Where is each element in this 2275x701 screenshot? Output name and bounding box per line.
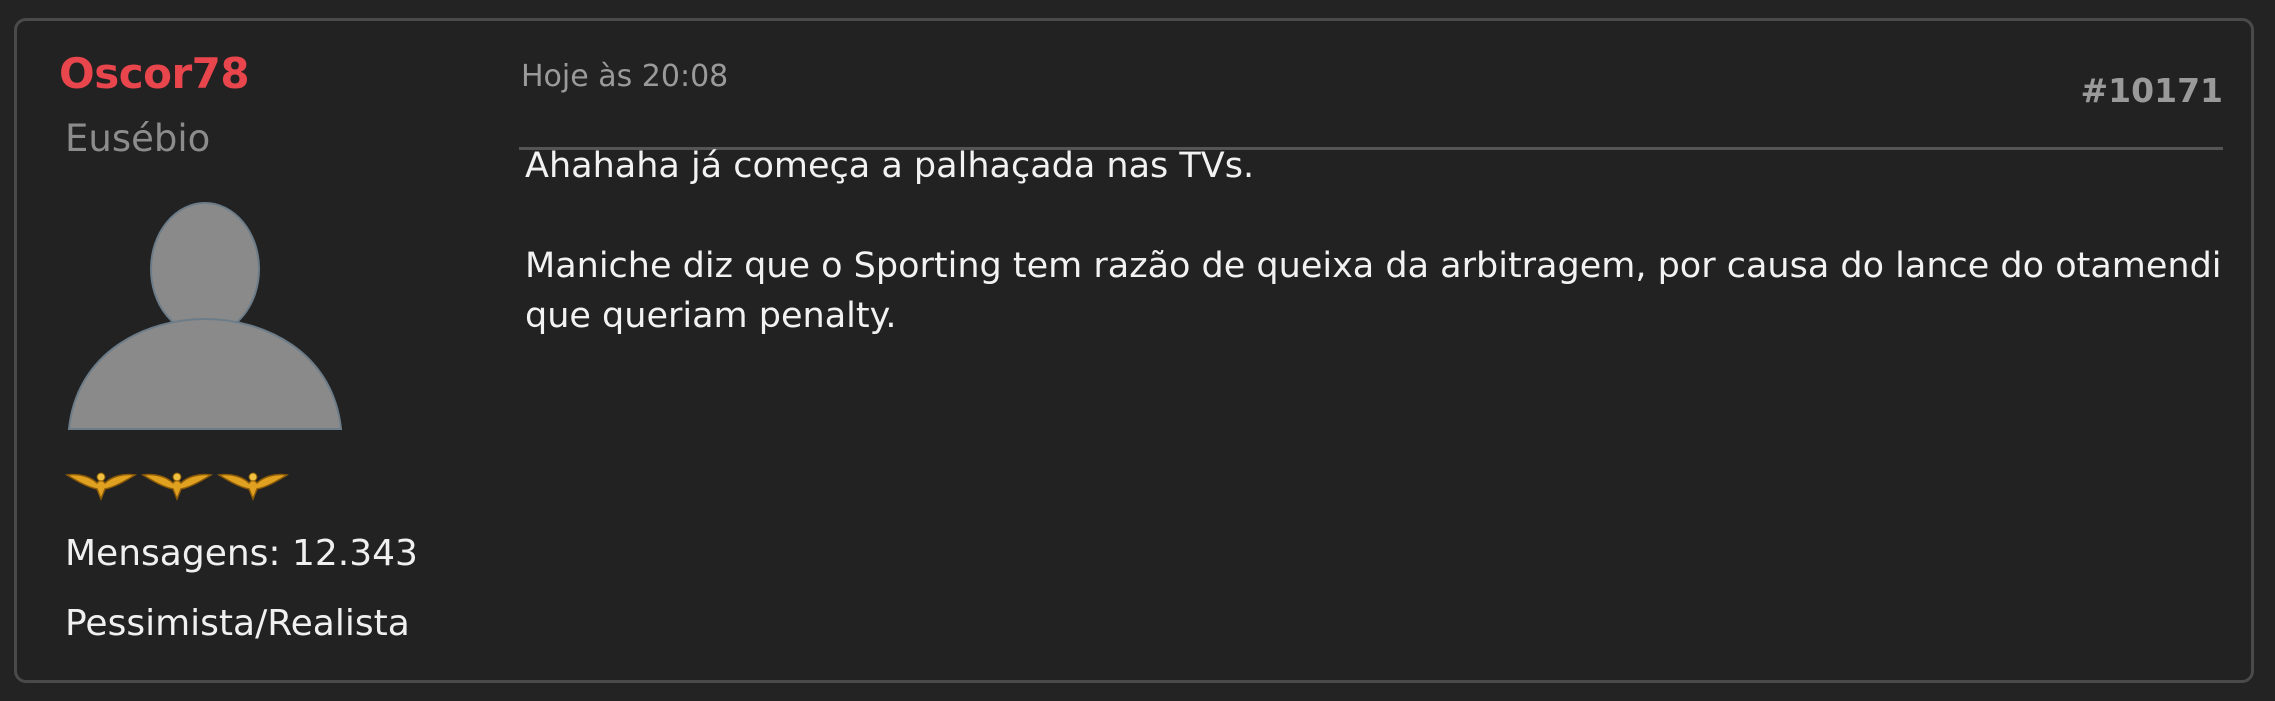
post-paragraph: Maniche diz que o Sporting tem razão de … — [525, 246, 2222, 336]
author-medals — [65, 465, 289, 501]
author-custom-title: Pessimista/Realista — [65, 603, 410, 644]
post-content: Ahahaha já começa a palhaçada nas TVs. M… — [525, 141, 2225, 391]
post-permalink[interactable]: #10171 — [2081, 71, 2223, 110]
eagle-medal-icon — [217, 472, 289, 501]
post-timestamp-link[interactable]: Hoje às 20:08 — [521, 59, 728, 94]
post-header: Hoje às 20:08 #10171 — [519, 59, 2223, 150]
post-paragraph: Ahahaha já começa a palhaçada nas TVs. — [525, 146, 1255, 186]
author-rank: Eusébio — [65, 117, 211, 160]
eagle-medal-icon — [65, 472, 137, 501]
eagle-medal-icon — [141, 472, 213, 501]
author-username-link[interactable]: Oscor78 — [59, 49, 250, 98]
default-user-icon[interactable] — [67, 201, 343, 451]
forum-post: Oscor78 Eusébio Mensagens: 12.343 Pessim… — [14, 18, 2254, 683]
author-message-count: Mensagens: 12.343 — [65, 533, 418, 574]
